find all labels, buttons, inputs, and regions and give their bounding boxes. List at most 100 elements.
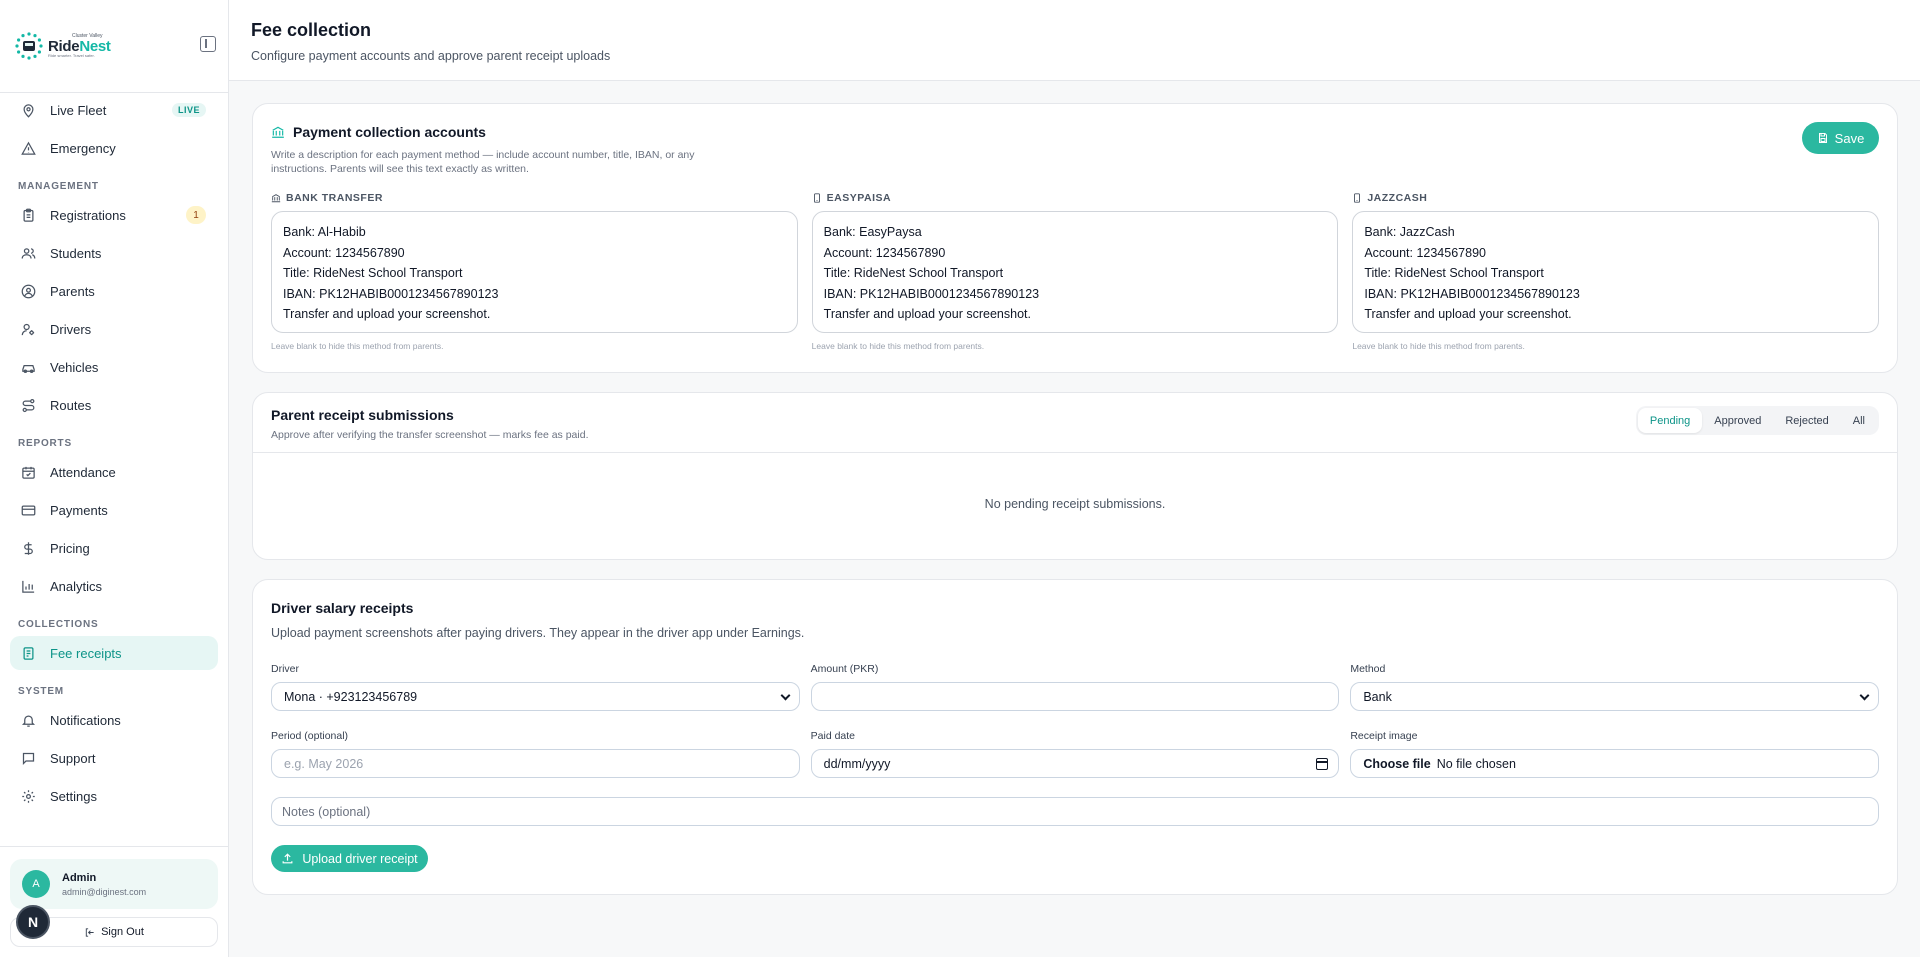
- avatar: A: [22, 870, 50, 898]
- users-icon: [20, 245, 36, 261]
- logo-tagline: Ride smarter. Travel safer.: [48, 53, 95, 58]
- page-title: Fee collection: [251, 20, 372, 40]
- payment-accounts-card: Payment collection accounts Write a desc…: [252, 103, 1898, 373]
- amount-label: Amount (PKR): [810, 663, 879, 675]
- method-label-easypaisa: EASYPAISA: [812, 192, 1339, 204]
- sidebar-item-label: Fee receipts: [50, 645, 122, 661]
- method-select[interactable]: Bank: [1350, 682, 1879, 711]
- save-button[interactable]: Save: [1802, 122, 1879, 154]
- sidebar-item-fee-receipts[interactable]: Fee receipts: [10, 636, 218, 670]
- section-label-system: SYSTEM: [18, 686, 64, 697]
- chevron-down-icon: [1859, 690, 1870, 701]
- receipt-submissions-card: Parent receipt submissions Approve after…: [252, 392, 1898, 560]
- driver-label: Driver: [271, 663, 299, 675]
- section-label-management: MANAGEMENT: [18, 181, 99, 192]
- section-label-collections: COLLECTIONS: [18, 619, 99, 630]
- brand: Cluster Valley RideNest Ride smarter. Tr…: [0, 0, 228, 93]
- save-button-label: Save: [1834, 130, 1865, 146]
- tab-pending[interactable]: Pending: [1637, 408, 1703, 433]
- method-label-jazzcash: JAZZCASH: [1352, 192, 1879, 204]
- live-badge: LIVE: [171, 103, 206, 117]
- sidebar-item-payments[interactable]: Payments: [10, 493, 218, 527]
- sidebar-item-label: Parents: [50, 283, 95, 299]
- sidebar-item-drivers[interactable]: Drivers: [10, 312, 218, 346]
- sidebar-item-students[interactable]: Students: [10, 236, 218, 270]
- sign-out-label: Sign Out: [101, 926, 144, 938]
- payment-accounts-title-text: Payment collection accounts: [293, 124, 486, 140]
- user-card[interactable]: A Admin admin@diginest.com: [10, 859, 218, 909]
- phone-icon: [1354, 193, 1361, 203]
- message-icon: [20, 750, 36, 766]
- credit-card-icon: [20, 502, 36, 518]
- save-icon: [1818, 133, 1827, 143]
- driver-select[interactable]: Mona · +923123456789: [271, 682, 800, 711]
- method-jazzcash: JAZZCASH Bank: JazzCash Account: 1234567…: [1352, 192, 1880, 351]
- tab-rejected[interactable]: Rejected: [1773, 408, 1840, 433]
- sidebar-item-analytics[interactable]: Analytics: [10, 569, 218, 603]
- no-file-text: No file chosen: [1436, 756, 1516, 771]
- easypaisa-textarea[interactable]: Bank: EasyPaysa Account: 1234567890 Titl…: [811, 211, 1339, 333]
- page-subtitle: Configure payment accounts and approve p…: [251, 49, 611, 63]
- bar-chart-icon: [20, 578, 36, 594]
- user-email: admin@diginest.com: [62, 886, 147, 897]
- choose-file-button[interactable]: Choose file: [1363, 757, 1430, 771]
- n-badge[interactable]: N: [16, 905, 50, 939]
- receipt-image-field-group: Receipt image Choose file No file chosen: [1350, 730, 1879, 778]
- bank-transfer-textarea[interactable]: Bank: Al-Habib Account: 1234567890 Title…: [271, 211, 798, 333]
- section-label-reports: REPORTS: [18, 438, 72, 449]
- driver-salary-card: Driver salary receipts Upload payment sc…: [252, 579, 1898, 895]
- sidebar-item-support[interactable]: Support: [10, 741, 218, 775]
- logo[interactable]: Cluster Valley RideNest Ride smarter. Tr…: [14, 31, 111, 61]
- jazzcash-textarea[interactable]: Bank: JazzCash Account: 1234567890 Title…: [1352, 211, 1880, 333]
- main-area: Fee collection Configure payment account…: [229, 0, 1920, 957]
- sidebar-item-label: Drivers: [50, 321, 92, 337]
- sidebar-item-parents[interactable]: Parents: [10, 274, 218, 308]
- upload-button-label: Upload driver receipt: [302, 851, 418, 866]
- clipboard-icon: [20, 207, 36, 223]
- receipt-icon: [20, 645, 36, 661]
- sidebar-item-live-fleet[interactable]: Live Fleet LIVE: [10, 93, 218, 127]
- sidebar-item-emergency[interactable]: Emergency: [10, 131, 218, 165]
- warning-icon: [20, 140, 36, 156]
- sidebar-item-pricing[interactable]: Pricing: [10, 531, 218, 565]
- empty-state: No pending receipt submissions.: [984, 497, 1166, 511]
- sidebar-item-vehicles[interactable]: Vehicles: [10, 350, 218, 384]
- sidebar-item-label: Support: [50, 750, 96, 766]
- tab-approved[interactable]: Approved: [1702, 408, 1773, 433]
- receipt-file-input[interactable]: Choose file No file chosen: [1350, 749, 1879, 778]
- sidebar-collapse-icon[interactable]: [200, 36, 216, 52]
- sidebar-item-label: Analytics: [50, 578, 103, 594]
- bank-icon: [271, 194, 281, 203]
- period-input[interactable]: e.g. May 2026: [271, 749, 800, 778]
- paid-date-label: Paid date: [810, 730, 856, 742]
- logo-name: RideNest: [48, 39, 111, 54]
- sidebar-item-notifications[interactable]: Notifications: [10, 703, 218, 737]
- method-label-text: JAZZCASH: [1367, 192, 1428, 204]
- receipt-submissions-header: Parent receipt submissions Approve after…: [253, 393, 1897, 453]
- amount-input[interactable]: [810, 682, 1340, 711]
- app-root: Cluster Valley RideNest Ride smarter. Tr…: [0, 0, 1920, 957]
- notes-input[interactable]: Notes (optional): [271, 797, 1879, 826]
- amount-field-group: Amount (PKR): [810, 663, 1340, 711]
- dollar-icon: [20, 540, 36, 556]
- method-bank-transfer: BANK TRANSFER Bank: Al-Habib Account: 12…: [271, 192, 798, 351]
- method-hint: Leave blank to hide this method from par…: [1352, 341, 1525, 351]
- sidebar-item-label: Notifications: [50, 712, 121, 728]
- upload-driver-receipt-button[interactable]: Upload driver receipt: [271, 845, 428, 872]
- logo-icon: [15, 32, 43, 60]
- sign-out-icon: [85, 927, 94, 937]
- sidebar-item-routes[interactable]: Routes: [10, 388, 218, 422]
- calendar-icon[interactable]: [1316, 758, 1329, 770]
- bell-icon: [20, 712, 36, 728]
- paid-date-input[interactable]: dd/mm/yyyy: [810, 749, 1340, 778]
- registrations-count-badge: 1: [186, 206, 206, 224]
- route-icon: [20, 397, 36, 413]
- method-select-value: Bank: [1363, 689, 1392, 704]
- tab-all[interactable]: All: [1841, 408, 1877, 433]
- sidebar-item-attendance[interactable]: Attendance: [10, 455, 218, 489]
- method-label-text: EASYPAISA: [826, 192, 892, 204]
- car-icon: [20, 359, 36, 375]
- sidebar-item-settings[interactable]: Settings: [10, 779, 218, 813]
- sidebar-item-registrations[interactable]: Registrations 1: [10, 198, 218, 232]
- sidebar-item-label: Registrations: [50, 207, 126, 223]
